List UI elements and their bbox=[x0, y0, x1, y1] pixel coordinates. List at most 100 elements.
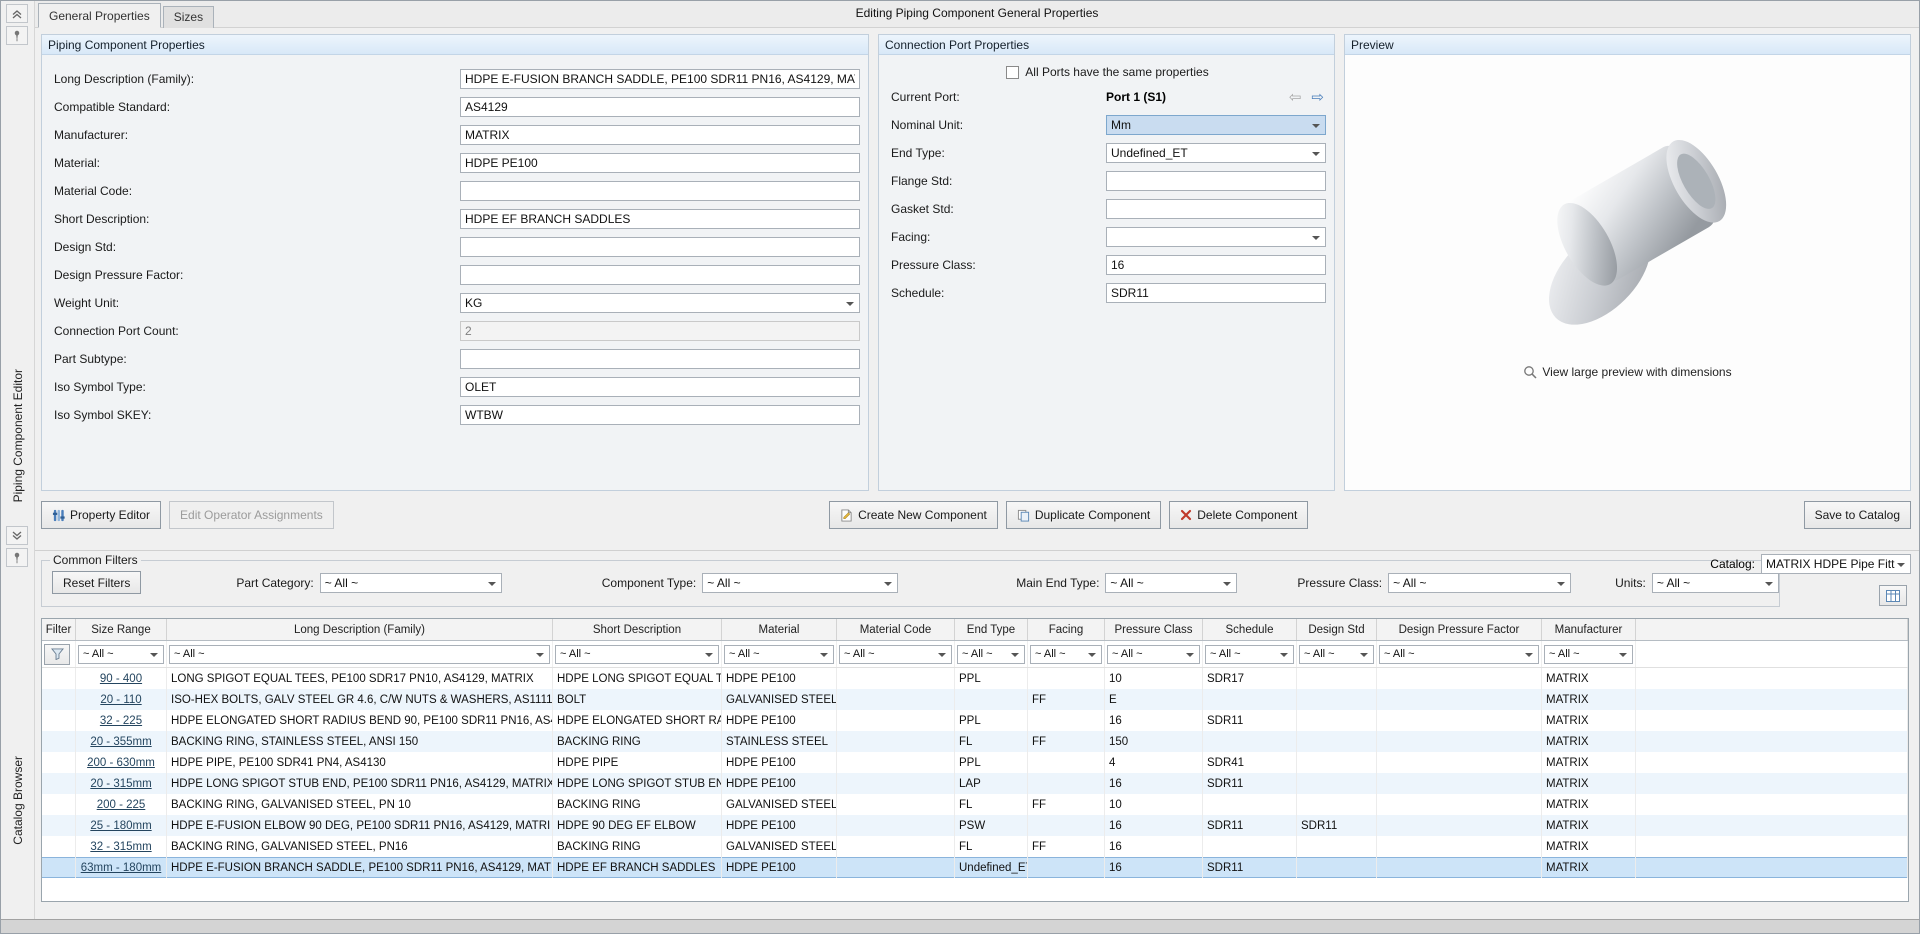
main-end-type-combo[interactable]: ~ All ~ bbox=[1105, 573, 1237, 593]
material-code-input[interactable] bbox=[460, 181, 860, 201]
table-row[interactable]: 20 - 110ISO-HEX BOLTS, GALV STEEL GR 4.6… bbox=[42, 689, 1908, 710]
all-ports-checkbox[interactable] bbox=[1006, 66, 1019, 79]
schedule-input[interactable] bbox=[1106, 283, 1326, 303]
column-filter-schedule[interactable]: ~ All ~ bbox=[1205, 645, 1294, 664]
design-pressure-factor-input[interactable] bbox=[460, 265, 860, 285]
gasket-std-input[interactable] bbox=[1106, 199, 1326, 219]
column-filter-pressure-class[interactable]: ~ All ~ bbox=[1107, 645, 1200, 664]
filter-funnel-button[interactable] bbox=[44, 644, 70, 665]
column-header-material[interactable]: Material bbox=[722, 619, 837, 640]
delete-component-button[interactable]: Delete Component bbox=[1169, 501, 1308, 529]
component-3d-preview[interactable] bbox=[1468, 103, 1788, 343]
units-combo[interactable]: ~ All ~ bbox=[1652, 573, 1779, 593]
table-row[interactable]: 63mm - 180mmHDPE E-FUSION BRANCH SADDLE,… bbox=[42, 857, 1908, 878]
cell-schedule bbox=[1203, 731, 1297, 752]
size-range-link[interactable]: 20 - 110 bbox=[76, 689, 167, 710]
chevron-down-icon bbox=[1765, 582, 1773, 590]
collapse-editor-button[interactable] bbox=[6, 4, 28, 23]
tab-general-properties[interactable]: General Properties bbox=[38, 3, 161, 28]
table-row[interactable]: 200 - 630mmHDPE PIPE, PE100 SDR41 PN4, A… bbox=[42, 752, 1908, 773]
iso-symbol-type-input[interactable] bbox=[460, 377, 860, 397]
column-filter-manufacturer[interactable]: ~ All ~ bbox=[1544, 645, 1633, 664]
column-header-facing[interactable]: Facing bbox=[1028, 619, 1105, 640]
iso-symbol-skey-input[interactable] bbox=[460, 405, 860, 425]
column-header-end-type[interactable]: End Type bbox=[955, 619, 1028, 640]
part-category-combo[interactable]: ~ All ~ bbox=[320, 573, 502, 593]
cell-design-pressure-factor bbox=[1377, 752, 1542, 773]
catalog-label: Catalog: bbox=[1710, 557, 1755, 571]
end-type-combo[interactable]: Undefined_ET bbox=[1106, 143, 1326, 163]
column-filter-design-pressure-factor[interactable]: ~ All ~ bbox=[1379, 645, 1539, 664]
port-pressure-class-input[interactable] bbox=[1106, 255, 1326, 275]
catalog-browser-dock-label[interactable]: Catalog Browser bbox=[11, 756, 25, 845]
part-subtype-input[interactable] bbox=[460, 349, 860, 369]
table-row[interactable]: 32 - 315mmBACKING RING, GALVANISED STEEL… bbox=[42, 836, 1908, 857]
column-header-design-pressure-factor[interactable]: Design Pressure Factor bbox=[1377, 619, 1542, 640]
column-filter-design-std[interactable]: ~ All ~ bbox=[1299, 645, 1374, 664]
nominal-unit-combo[interactable]: Mm bbox=[1106, 115, 1326, 135]
pin-editor-button[interactable] bbox=[6, 26, 28, 45]
table-row[interactable]: 200 - 225BACKING RING, GALVANISED STEEL,… bbox=[42, 794, 1908, 815]
column-header-short-description[interactable]: Short Description bbox=[553, 619, 722, 640]
reset-filters-button[interactable]: Reset Filters bbox=[52, 571, 141, 594]
column-header-long-description[interactable]: Long Description (Family) bbox=[167, 619, 553, 640]
table-row[interactable]: 32 - 225HDPE ELONGATED SHORT RADIUS BEND… bbox=[42, 710, 1908, 731]
column-header-size-range[interactable]: Size Range bbox=[76, 619, 167, 640]
table-row[interactable]: 90 - 400LONG SPIGOT EQUAL TEES, PE100 SD… bbox=[42, 668, 1908, 689]
size-range-link[interactable]: 200 - 630mm bbox=[76, 752, 167, 773]
table-row[interactable]: 20 - 355mmBACKING RING, STAINLESS STEEL,… bbox=[42, 731, 1908, 752]
facing-combo[interactable] bbox=[1106, 227, 1326, 247]
property-editor-button[interactable]: Property Editor bbox=[41, 501, 161, 529]
weight-unit-combo[interactable]: KG bbox=[460, 293, 860, 313]
column-filter-value: ~ All ~ bbox=[560, 648, 591, 660]
create-new-component-button[interactable]: Create New Component bbox=[829, 501, 998, 529]
column-header-pressure-class[interactable]: Pressure Class bbox=[1105, 619, 1203, 640]
compatible-standard-input[interactable] bbox=[460, 97, 860, 117]
size-range-link[interactable]: 32 - 225 bbox=[76, 710, 167, 731]
size-range-link[interactable]: 25 - 180mm bbox=[76, 815, 167, 836]
short-description-input[interactable] bbox=[460, 209, 860, 229]
cell-facing: FF bbox=[1028, 794, 1105, 815]
pressure-class-filter-combo[interactable]: ~ All ~ bbox=[1388, 573, 1571, 593]
save-to-catalog-button[interactable]: Save to Catalog bbox=[1804, 501, 1911, 529]
size-range-link[interactable]: 90 - 400 bbox=[76, 668, 167, 689]
duplicate-component-button[interactable]: Duplicate Component bbox=[1006, 501, 1161, 529]
column-filter-long-description[interactable]: ~ All ~ bbox=[169, 645, 550, 664]
column-filter-short-description[interactable]: ~ All ~ bbox=[555, 645, 719, 664]
tab-sizes[interactable]: Sizes bbox=[163, 6, 214, 28]
table-row[interactable]: 25 - 180mmHDPE E-FUSION ELBOW 90 DEG, PE… bbox=[42, 815, 1908, 836]
table-row[interactable]: 20 - 315mmHDPE LONG SPIGOT STUB END, PE1… bbox=[42, 773, 1908, 794]
column-filter-end-type[interactable]: ~ All ~ bbox=[957, 645, 1025, 664]
view-large-preview-link[interactable]: View large preview with dimensions bbox=[1523, 365, 1731, 379]
column-header-material-code[interactable]: Material Code bbox=[837, 619, 955, 640]
column-filter-facing[interactable]: ~ All ~ bbox=[1030, 645, 1102, 664]
next-port-arrow[interactable]: ⇨ bbox=[1311, 90, 1324, 105]
filter-cell-pressure-class: ~ All ~ bbox=[1105, 641, 1203, 667]
material-input[interactable] bbox=[460, 153, 860, 173]
column-filter-material[interactable]: ~ All ~ bbox=[724, 645, 834, 664]
size-range-link[interactable]: 63mm - 180mm bbox=[76, 857, 167, 878]
long-description-input[interactable] bbox=[460, 69, 860, 89]
collapse-browser-button[interactable] bbox=[6, 526, 28, 545]
size-range-link[interactable]: 20 - 355mm bbox=[76, 731, 167, 752]
column-header-manufacturer[interactable]: Manufacturer bbox=[1542, 619, 1636, 640]
size-range-link[interactable]: 200 - 225 bbox=[76, 794, 167, 815]
facing-label: Facing: bbox=[889, 230, 1106, 244]
design-std-input[interactable] bbox=[460, 237, 860, 257]
column-filter-size-range[interactable]: ~ All ~ bbox=[78, 645, 164, 664]
preview-panel: Preview bbox=[1344, 34, 1911, 491]
size-range-link[interactable]: 32 - 315mm bbox=[76, 836, 167, 857]
manufacturer-input[interactable] bbox=[460, 125, 860, 145]
size-range-link[interactable]: 20 - 315mm bbox=[76, 773, 167, 794]
previous-port-arrow[interactable]: ⇦ bbox=[1289, 90, 1302, 105]
column-header-schedule[interactable]: Schedule bbox=[1203, 619, 1297, 640]
piping-component-editor-dock-label[interactable]: Piping Component Editor bbox=[11, 369, 25, 502]
column-filter-material-code[interactable]: ~ All ~ bbox=[839, 645, 952, 664]
component-type-combo[interactable]: ~ All ~ bbox=[702, 573, 898, 593]
pin-browser-button[interactable] bbox=[6, 548, 28, 567]
catalog-combo[interactable]: MATRIX HDPE Pipe Fitt bbox=[1761, 554, 1911, 574]
grid-options-button[interactable] bbox=[1879, 585, 1907, 606]
column-header-design-std[interactable]: Design Std bbox=[1297, 619, 1377, 640]
cell-manufacturer: MATRIX bbox=[1542, 668, 1636, 689]
flange-std-input[interactable] bbox=[1106, 171, 1326, 191]
